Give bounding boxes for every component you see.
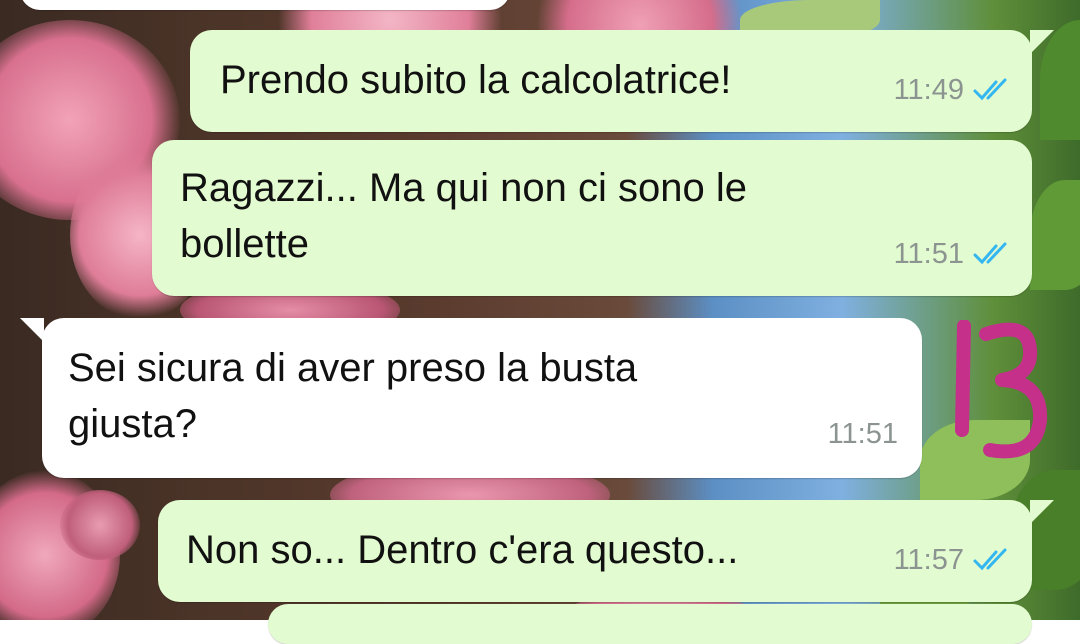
message-bubble-partial: [268, 604, 1032, 644]
leaf-decoration: [1030, 180, 1080, 290]
message-time: 11:57: [893, 544, 964, 576]
message-time: 11:49: [893, 74, 964, 106]
message-bubble-partial: [20, 0, 510, 10]
message-text-line-1: Sei sicura di aver preso la busta: [68, 346, 638, 390]
double-check-icon: [973, 242, 1007, 265]
message-time: 11:51: [827, 418, 898, 450]
rose-decoration: [60, 490, 140, 560]
bubble-tail: [20, 318, 44, 342]
message-meta: 11:51: [894, 230, 1012, 278]
message-meta: 11:51: [828, 410, 898, 458]
double-check-icon: [973, 78, 1007, 101]
message-text: Non so... Dentro c'era questo...: [186, 528, 739, 572]
message-bubble-outgoing[interactable]: Ragazzi... Ma qui non ci sono le bollett…: [152, 140, 1032, 296]
message-bubble-incoming[interactable]: Sei sicura di aver preso la busta giusta…: [42, 318, 922, 478]
double-check-icon: [973, 548, 1007, 571]
message-bubble-outgoing[interactable]: Non so... Dentro c'era questo... 11:57: [158, 500, 1032, 602]
message-time: 11:51: [893, 238, 964, 270]
page-number-mark: [955, 320, 1048, 459]
message-text: Prendo subito la calcolatrice!: [220, 58, 732, 102]
message-meta: 11:57: [894, 536, 1012, 584]
message-meta: 11:49: [894, 66, 1012, 114]
message-bubble-outgoing[interactable]: Prendo subito la calcolatrice! 11:49: [190, 30, 1032, 132]
bubble-tail: [1030, 30, 1054, 54]
message-text-line-1: Ragazzi... Ma qui non ci sono le: [180, 166, 747, 210]
message-text-line-2: bollette: [180, 222, 309, 266]
bubble-tail: [1030, 500, 1054, 524]
message-text-line-2: giusta?: [68, 402, 197, 446]
